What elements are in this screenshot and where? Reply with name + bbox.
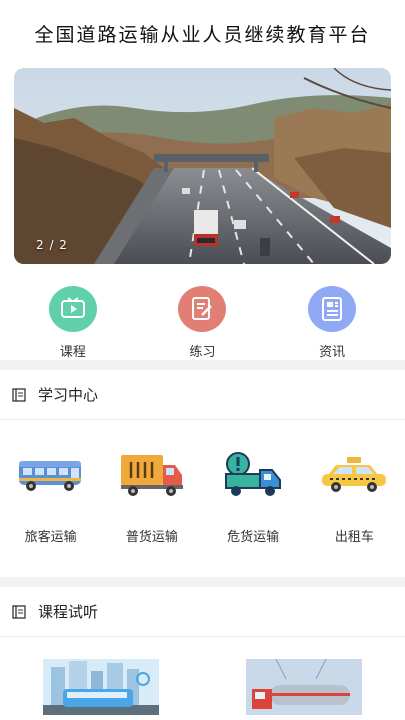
course-trial-header: 课程试听 — [0, 587, 405, 637]
category-label: 危货运输 — [227, 530, 280, 545]
study-center-header: 学习中心 — [0, 370, 405, 420]
study-center-title: 学习中心 — [38, 386, 99, 404]
category-general-cargo[interactable]: 普货运输 — [104, 448, 200, 577]
quick-nav: 课程 练习 资讯 — [0, 264, 405, 360]
course-thumbnail-tanker[interactable] — [245, 659, 362, 715]
nav-course-button[interactable]: 课程 — [18, 286, 128, 360]
category-passenger-transport[interactable]: 旅客运输 — [3, 448, 99, 577]
course-thumbnail-bus[interactable] — [43, 659, 160, 715]
hazard-truck-icon — [217, 448, 289, 502]
category-label: 普货运输 — [125, 530, 178, 545]
page-title: 全国道路运输从业人员继续教育平台 — [34, 23, 371, 46]
banner-page-indicator: 2 / 2 — [36, 238, 68, 252]
category-taxi[interactable]: 出租车 — [306, 448, 402, 577]
newspaper-icon — [308, 286, 357, 332]
book-icon — [12, 604, 26, 619]
section-divider — [0, 577, 405, 587]
category-hazardous-cargo[interactable]: 危货运输 — [205, 448, 301, 577]
course-trial-title: 课程试听 — [38, 603, 99, 621]
category-label: 旅客运输 — [24, 530, 77, 545]
tv-play-icon — [48, 286, 97, 332]
edit-note-icon — [178, 286, 227, 332]
nav-news-label: 资讯 — [319, 345, 346, 360]
course-trial-list — [0, 637, 405, 715]
category-label: 出租车 — [334, 530, 374, 545]
cargo-truck-icon — [116, 448, 188, 502]
highway-banner-image — [14, 68, 391, 264]
nav-course-label: 课程 — [59, 345, 86, 360]
banner-carousel[interactable]: 2 / 2 — [14, 68, 391, 264]
taxi-icon — [318, 448, 390, 502]
bus-icon — [15, 448, 87, 502]
study-category-grid: 旅客运输 普货运输 危货运输 出租车 — [0, 420, 405, 577]
nav-practice-label: 练习 — [189, 345, 216, 360]
nav-news-button[interactable]: 资讯 — [277, 286, 387, 360]
book-icon — [12, 387, 26, 402]
nav-practice-button[interactable]: 练习 — [147, 286, 257, 360]
section-divider — [0, 360, 405, 370]
